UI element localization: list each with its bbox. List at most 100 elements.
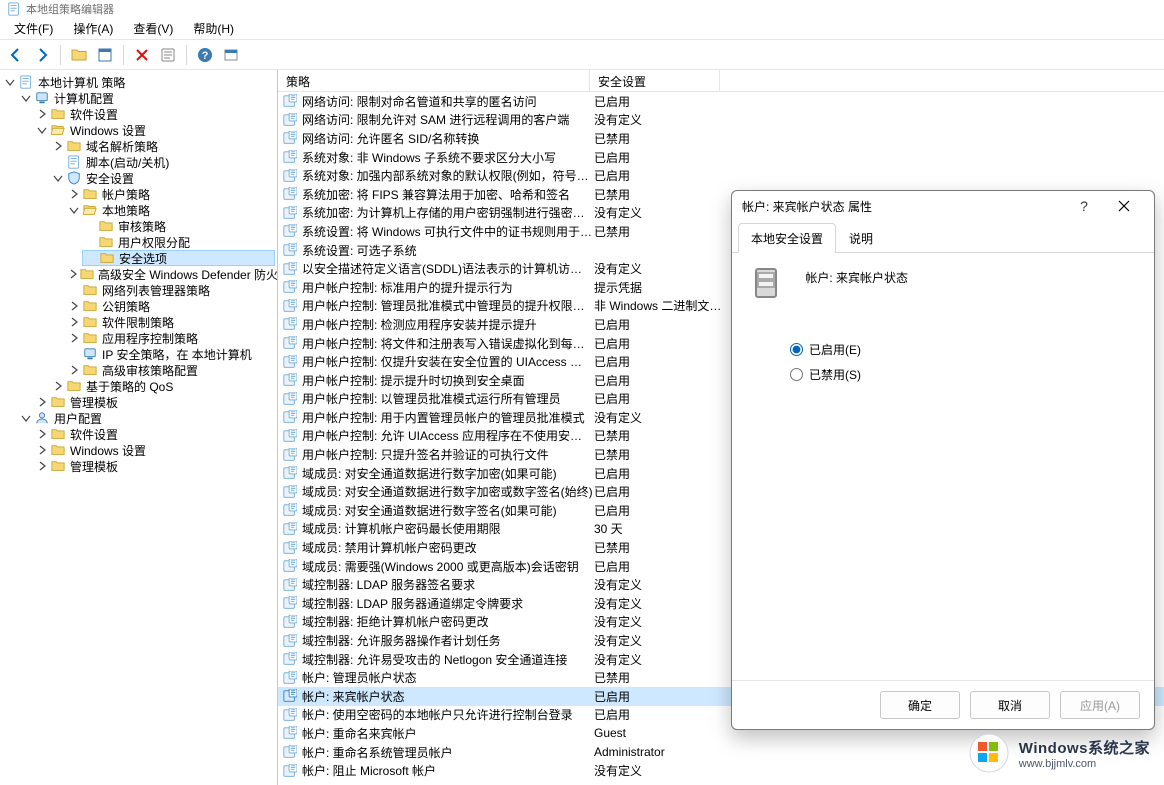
tree-label: 高级安全 Windows Defender 防火墙 xyxy=(98,266,278,283)
properties-button[interactable] xyxy=(156,43,180,67)
tree-root[interactable]: 本地计算机 策略 xyxy=(2,74,275,90)
radio-enabled[interactable]: 已启用(E) xyxy=(790,341,1136,358)
tree-security-options[interactable]: 安全选项 xyxy=(82,250,275,266)
policy-name: 用户帐户控制: 以管理员批准模式运行所有管理员 xyxy=(302,390,594,407)
expand-icon[interactable] xyxy=(68,268,78,280)
tree-windows-settings[interactable]: Windows 设置 xyxy=(34,122,275,138)
tree-account-policy[interactable]: 帐户策略 xyxy=(66,186,275,202)
expand-icon[interactable] xyxy=(20,92,32,104)
policy-icon xyxy=(282,577,298,593)
tree-defender[interactable]: 高级安全 Windows Defender 防火墙 xyxy=(66,266,275,282)
radio-label: 已禁用(S) xyxy=(809,366,861,383)
help-button[interactable]: ? xyxy=(1064,194,1104,218)
menu-action[interactable]: 操作(A) xyxy=(63,17,123,40)
expand-icon[interactable] xyxy=(36,396,48,408)
expand-icon[interactable] xyxy=(36,460,48,472)
tree-dns-policy[interactable]: 域名解析策略 xyxy=(50,138,275,154)
column-policy[interactable]: 策略 xyxy=(278,70,590,91)
expand-icon[interactable] xyxy=(68,316,80,328)
forward-button[interactable] xyxy=(30,43,54,67)
ok-button[interactable]: 确定 xyxy=(880,691,960,719)
expand-icon[interactable] xyxy=(36,108,48,120)
policy-name: 网络访问: 限制对命名管道和共享的匿名访问 xyxy=(302,93,594,110)
apply-button[interactable]: 应用(A) xyxy=(1060,691,1140,719)
policy-row[interactable]: 系统对象: 非 Windows 子系统不要求区分大小写已启用 xyxy=(278,148,1164,167)
back-button[interactable] xyxy=(4,43,28,67)
menu-help[interactable]: 帮助(H) xyxy=(183,17,244,40)
menu-file[interactable]: 文件(F) xyxy=(4,17,63,40)
tree-srp[interactable]: 软件限制策略 xyxy=(66,314,275,330)
policy-row[interactable]: 系统对象: 加强内部系统对象的默认权限(例如，符号链接)已启用 xyxy=(278,166,1164,185)
expand-icon[interactable] xyxy=(68,332,80,344)
expand-icon[interactable] xyxy=(68,204,80,216)
tree-local-policy[interactable]: 本地策略 xyxy=(66,202,275,218)
radio-disabled-input[interactable] xyxy=(790,368,803,381)
folder-icon xyxy=(82,282,98,298)
expand-icon[interactable] xyxy=(68,364,80,376)
tree-scripts[interactable]: 脚本(启动/关机) xyxy=(50,154,275,170)
tree-pane[interactable]: 本地计算机 策略 计算机配置 软件设置 Windows 设置 xyxy=(0,70,278,785)
policy-value: 已启用 xyxy=(594,706,724,723)
policy-row[interactable]: 网络访问: 允许匿名 SID/名称转换已禁用 xyxy=(278,129,1164,148)
policy-name: 系统对象: 加强内部系统对象的默认权限(例如，符号链接) xyxy=(302,167,594,184)
expand-icon[interactable] xyxy=(52,140,64,152)
policy-name: 用户帐户控制: 用于内置管理员帐户的管理员批准模式 xyxy=(302,409,594,426)
policy-name: 域成员: 对安全通道数据进行数字加密(如果可能) xyxy=(302,465,594,482)
expand-icon[interactable] xyxy=(20,412,32,424)
up-button[interactable] xyxy=(67,43,91,67)
close-button[interactable] xyxy=(1104,194,1144,218)
tree-advaudit[interactable]: 高级审核策略配置 xyxy=(66,362,275,378)
folder-icon xyxy=(82,298,98,314)
expand-icon[interactable] xyxy=(36,444,48,456)
policy-icon xyxy=(282,316,298,332)
tab-explain[interactable]: 说明 xyxy=(836,223,886,253)
tree-nla[interactable]: 网络列表管理器策略 xyxy=(66,282,275,298)
tree-user-config[interactable]: 用户配置 xyxy=(18,410,275,426)
tree-user-admin[interactable]: 管理模板 xyxy=(34,458,275,474)
policy-value: 已禁用 xyxy=(594,186,724,203)
policy-name: 帐户: 阻止 Microsoft 帐户 xyxy=(302,762,594,779)
policy-value: 已启用 xyxy=(594,353,724,370)
tree-user-windows[interactable]: Windows 设置 xyxy=(34,442,275,458)
policy-icon xyxy=(282,372,298,388)
expand-icon[interactable] xyxy=(68,188,80,200)
expand-icon[interactable] xyxy=(52,380,64,392)
policy-icon xyxy=(282,502,298,518)
tree-acp[interactable]: 应用程序控制策略 xyxy=(66,330,275,346)
expand-icon[interactable] xyxy=(36,124,48,136)
tree-user-rights[interactable]: 用户权限分配 xyxy=(82,234,275,250)
policy-name: 域控制器: LDAP 服务器通道绑定令牌要求 xyxy=(302,595,594,612)
policy-icon xyxy=(282,670,298,686)
menu-view[interactable]: 查看(V) xyxy=(123,17,183,40)
expand-icon[interactable] xyxy=(4,76,16,88)
tree-security-settings[interactable]: 安全设置 xyxy=(50,170,275,186)
help-button[interactable]: ? xyxy=(193,43,217,67)
folder-icon xyxy=(82,362,98,378)
tree-public-key[interactable]: 公钥策略 xyxy=(66,298,275,314)
expand-icon[interactable] xyxy=(52,172,64,184)
tree-admin-templates[interactable]: 管理模板 xyxy=(34,394,275,410)
tree-computer-config[interactable]: 计算机配置 xyxy=(18,90,275,106)
tree-qos[interactable]: 基于策略的 QoS xyxy=(50,378,275,394)
tree-audit-policy[interactable]: 审核策略 xyxy=(82,218,275,234)
cancel-button[interactable]: 取消 xyxy=(970,691,1050,719)
tab-local-security[interactable]: 本地安全设置 xyxy=(738,223,836,253)
policy-name: 域成员: 对安全通道数据进行数字加密或数字签名(始终) xyxy=(302,483,594,500)
policy-icon xyxy=(282,558,298,574)
column-setting[interactable]: 安全设置 xyxy=(590,70,720,91)
tree-user-software[interactable]: 软件设置 xyxy=(34,426,275,442)
filter-button[interactable] xyxy=(219,43,243,67)
policy-value: 没有定义 xyxy=(594,632,724,649)
radio-disabled[interactable]: 已禁用(S) xyxy=(790,366,1136,383)
tree-software-settings[interactable]: 软件设置 xyxy=(34,106,275,122)
policy-row[interactable]: 网络访问: 限制允许对 SAM 进行远程调用的客户端没有定义 xyxy=(278,111,1164,130)
show-hide-button[interactable] xyxy=(93,43,117,67)
delete-button[interactable] xyxy=(130,43,154,67)
policy-value: 已禁用 xyxy=(594,446,724,463)
tree-ipsec[interactable]: IP 安全策略，在 本地计算机 xyxy=(66,346,275,362)
policy-row[interactable]: 网络访问: 限制对命名管道和共享的匿名访问已启用 xyxy=(278,92,1164,111)
dialog-title-bar[interactable]: 帐户: 来宾帐户状态 属性 ? xyxy=(732,191,1154,221)
expand-icon[interactable] xyxy=(68,300,80,312)
expand-icon[interactable] xyxy=(36,428,48,440)
radio-enabled-input[interactable] xyxy=(790,343,803,356)
